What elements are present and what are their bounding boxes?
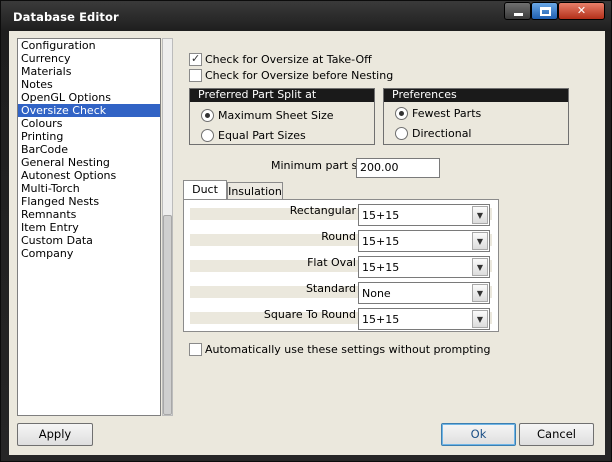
category-item[interactable]: Custom Data xyxy=(18,234,160,247)
chevron-down-icon[interactable]: ▼ xyxy=(472,310,488,328)
shape-row-round: Round 15+15 ▼ xyxy=(190,230,492,252)
shape-row-standard: Standard None ▼ xyxy=(190,282,492,304)
category-item[interactable]: Autonest Options xyxy=(18,169,160,182)
category-item[interactable]: Remnants xyxy=(18,208,160,221)
shape-label: Square To Round xyxy=(263,308,356,321)
directional-label[interactable]: Directional xyxy=(412,127,472,140)
fewest-parts-radio[interactable] xyxy=(395,107,408,120)
square-to-round-select[interactable]: 15+15 ▼ xyxy=(358,308,490,330)
standard-select[interactable]: None ▼ xyxy=(358,282,490,304)
tab-insulation[interactable]: Insulation xyxy=(227,182,283,200)
shape-row-rectangular: Rectangular 15+15 ▼ xyxy=(190,204,492,226)
category-item[interactable]: Notes xyxy=(18,78,160,91)
category-item[interactable]: BarCode xyxy=(18,143,160,156)
round-select[interactable]: 15+15 ▼ xyxy=(358,230,490,252)
tab-duct[interactable]: Duct xyxy=(183,180,227,200)
select-value: 15+15 xyxy=(362,261,400,274)
chevron-down-icon[interactable]: ▼ xyxy=(472,284,488,302)
maximize-icon xyxy=(540,7,551,16)
shape-label: Flat Oval xyxy=(307,256,356,269)
database-editor-window: Database Editor ✕ Configuration Currency… xyxy=(0,0,612,462)
minimize-icon xyxy=(514,13,523,16)
check-nesting-checkbox[interactable] xyxy=(189,69,202,82)
category-item[interactable]: Configuration xyxy=(18,39,160,52)
select-value: 15+15 xyxy=(362,209,400,222)
preferred-split-group: Preferred Part Split at Maximum Sheet Si… xyxy=(189,88,375,145)
check-takeoff-label[interactable]: Check for Oversize at Take-Off xyxy=(205,53,372,66)
category-item[interactable]: Currency xyxy=(18,52,160,65)
shape-label: Round xyxy=(321,230,356,243)
shape-label: Rectangular xyxy=(289,204,356,217)
category-item[interactable]: Company xyxy=(18,247,160,260)
category-item[interactable]: OpenGL Options xyxy=(18,91,160,104)
flat-oval-select[interactable]: 15+15 ▼ xyxy=(358,256,490,278)
category-item-selected[interactable]: Oversize Check xyxy=(18,104,160,117)
minimize-button[interactable] xyxy=(504,2,531,20)
select-value: 15+15 xyxy=(362,235,400,248)
preferences-group: Preferences Fewest Parts Directional xyxy=(383,88,569,145)
category-item[interactable]: Flanged Nests xyxy=(18,195,160,208)
preferences-title: Preferences xyxy=(384,89,568,102)
category-list-scrollbar[interactable] xyxy=(162,38,173,416)
select-value: 15+15 xyxy=(362,313,400,326)
category-list[interactable]: Configuration Currency Materials Notes O… xyxy=(17,38,161,416)
chevron-down-icon[interactable]: ▼ xyxy=(472,258,488,276)
directional-radio[interactable] xyxy=(395,127,408,140)
dialog-body: Configuration Currency Materials Notes O… xyxy=(9,31,605,455)
category-item[interactable]: Colours xyxy=(18,117,160,130)
apply-button[interactable]: Apply xyxy=(17,423,93,446)
maximize-button[interactable] xyxy=(531,2,558,20)
preferred-split-title: Preferred Part Split at xyxy=(190,89,374,102)
cancel-button[interactable]: Cancel xyxy=(519,423,594,446)
close-icon: ✕ xyxy=(576,4,587,17)
category-item[interactable]: Multi-Torch xyxy=(18,182,160,195)
shape-row-flat-oval: Flat Oval 15+15 ▼ xyxy=(190,256,492,278)
minimum-part-size-input[interactable]: 200.00 xyxy=(356,158,440,178)
select-value: None xyxy=(362,287,391,300)
ok-button[interactable]: Ok xyxy=(441,423,516,446)
chevron-down-icon[interactable]: ▼ xyxy=(472,206,488,224)
maximum-sheet-size-radio[interactable] xyxy=(201,109,214,122)
auto-settings-checkbox[interactable] xyxy=(189,343,202,356)
fewest-parts-label[interactable]: Fewest Parts xyxy=(412,107,481,120)
equal-part-sizes-radio[interactable] xyxy=(201,129,214,142)
scrollbar-thumb[interactable] xyxy=(163,215,172,415)
close-button[interactable]: ✕ xyxy=(558,2,605,20)
window-title: Database Editor xyxy=(13,10,119,24)
category-item[interactable]: Item Entry xyxy=(18,221,160,234)
category-item[interactable]: Materials xyxy=(18,65,160,78)
chevron-down-icon[interactable]: ▼ xyxy=(472,232,488,250)
category-item[interactable]: Printing xyxy=(18,130,160,143)
shape-label: Standard xyxy=(305,282,356,295)
category-item[interactable]: General Nesting xyxy=(18,156,160,169)
title-bar: Database Editor ✕ xyxy=(1,1,611,31)
rectangular-select[interactable]: 15+15 ▼ xyxy=(358,204,490,226)
check-takeoff-checkbox[interactable] xyxy=(189,52,202,66)
duct-tab-panel: Rectangular 15+15 ▼ Round 15+15 ▼ Flat O… xyxy=(183,199,499,332)
maximum-sheet-size-label[interactable]: Maximum Sheet Size xyxy=(218,109,334,122)
shape-row-square-to-round: Square To Round 15+15 ▼ xyxy=(190,308,492,330)
check-nesting-label[interactable]: Check for Oversize before Nesting xyxy=(205,69,393,82)
equal-part-sizes-label[interactable]: Equal Part Sizes xyxy=(218,129,306,142)
auto-settings-label[interactable]: Automatically use these settings without… xyxy=(205,343,491,356)
